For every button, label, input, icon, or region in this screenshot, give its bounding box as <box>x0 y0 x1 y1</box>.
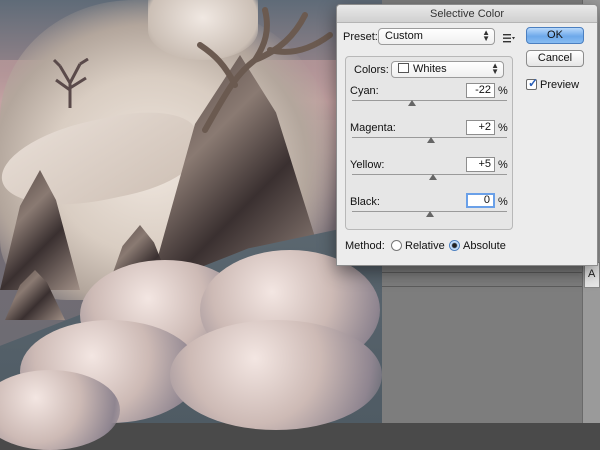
method-label: Method: <box>345 240 385 252</box>
colors-value: Whites <box>413 63 447 75</box>
checkmark-icon: ✓ <box>528 76 539 90</box>
color-swatch-icon <box>398 63 409 73</box>
ok-button[interactable]: OK <box>526 27 584 44</box>
cloud <box>170 320 382 430</box>
cyan-slider-thumb[interactable] <box>408 100 417 106</box>
absolute-label[interactable]: Absolute <box>463 240 506 252</box>
cyan-value-input[interactable]: -22 <box>466 83 495 98</box>
black-slider-thumb[interactable] <box>425 211 434 217</box>
preview-label[interactable]: Preview <box>540 79 579 91</box>
black-value-input[interactable]: 0 <box>466 193 495 208</box>
panel-divider <box>382 272 582 273</box>
colors-select[interactable]: Whites ▲ ▼ <box>391 61 504 78</box>
magenta-value-input[interactable]: +2 <box>466 120 495 135</box>
select-arrows-icon: ▲ ▼ <box>482 28 490 43</box>
panel-divider <box>382 286 582 287</box>
cyan-label: Cyan: <box>350 85 379 97</box>
magenta-percent: % <box>498 122 508 134</box>
selective-color-dialog: Selective Color Preset: Custom ▲ ▼ Colors… <box>336 4 598 266</box>
black-percent: % <box>498 196 508 208</box>
yellow-percent: % <box>498 159 508 171</box>
magenta-slider-thumb[interactable] <box>427 137 436 143</box>
cyan-percent: % <box>498 85 508 97</box>
select-arrows-icon: ▲ ▼ <box>491 61 499 76</box>
antler-image <box>197 7 333 133</box>
cancel-button[interactable]: Cancel <box>526 50 584 67</box>
yellow-slider-thumb[interactable] <box>429 174 438 180</box>
relative-label[interactable]: Relative <box>405 240 445 252</box>
preset-value: Custom <box>385 30 423 42</box>
yellow-label: Yellow: <box>350 159 385 171</box>
preview-checkbox[interactable]: ✓ <box>526 76 539 90</box>
colors-label: Colors: <box>354 64 389 76</box>
yellow-value-input[interactable]: +5 <box>466 157 495 172</box>
black-label: Black: <box>350 196 380 208</box>
magenta-label: Magenta: <box>350 122 396 134</box>
cyan-slider-track[interactable] <box>352 100 507 101</box>
relative-radio[interactable] <box>391 240 402 251</box>
absolute-radio[interactable] <box>449 240 460 251</box>
dead-tree-image <box>52 58 89 108</box>
preset-select[interactable]: Custom ▲ ▼ <box>378 28 495 45</box>
list-menu-icon[interactable] <box>503 33 515 43</box>
color-adjustment-group: Colors: Whites ▲ ▼ Cyan: -22 % Magenta: +… <box>345 56 513 230</box>
dialog-title[interactable]: Selective Color <box>337 5 597 23</box>
preset-label: Preset: <box>343 31 378 43</box>
